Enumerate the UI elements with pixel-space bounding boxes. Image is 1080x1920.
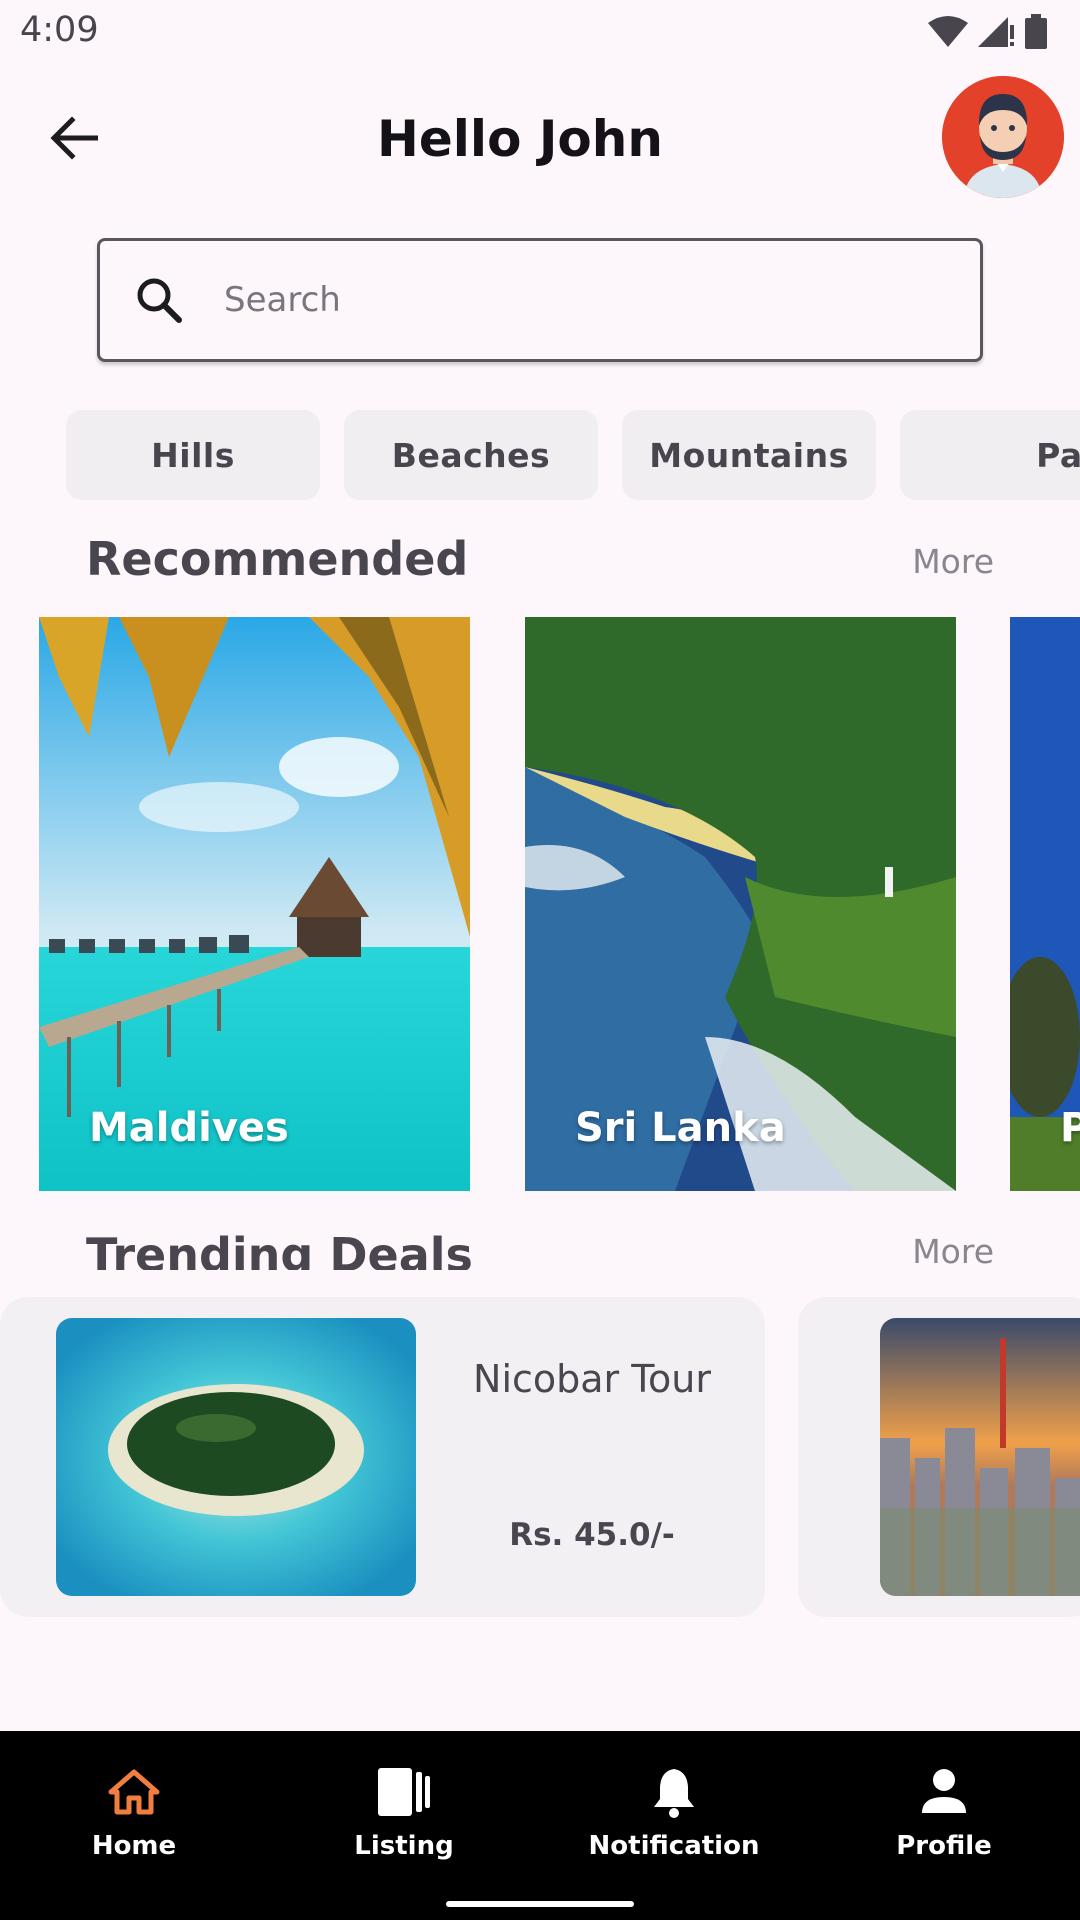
recommended-card-label: Sri Lanka — [575, 1105, 786, 1151]
category-chip-parks[interactable]: Parks — [900, 410, 1080, 500]
signal-icon — [978, 17, 1014, 47]
recommended-list: Maldives Sri Lanka P — [0, 617, 1080, 1191]
recommended-card-maldives[interactable]: Maldives — [39, 617, 470, 1191]
nav-label: Home — [91, 1831, 177, 1861]
deal-card-nicobar[interactable]: Nicobar Tour Rs. 45.0/- — [0, 1297, 765, 1617]
recommended-card-sri-lanka[interactable]: Sri Lanka — [525, 617, 956, 1191]
deal-image — [880, 1318, 1080, 1596]
trending-deals-list: Nicobar Tour Rs. 45.0/- — [0, 1297, 1080, 1617]
home-icon — [108, 1769, 160, 1815]
avatar[interactable] — [942, 76, 1064, 198]
category-chip-hills[interactable]: Hills — [66, 410, 320, 500]
deal-price: Rs. 45.0/- — [509, 1517, 675, 1553]
home-indicator[interactable] — [446, 1901, 634, 1907]
city-image — [880, 1318, 1080, 1596]
status-time: 4:09 — [20, 10, 99, 50]
trending-title: Trending Deals — [86, 1228, 473, 1270]
deal-name: Nicobar Tour — [473, 1357, 711, 1401]
search-field[interactable] — [97, 238, 983, 362]
deal-card-partial[interactable] — [798, 1297, 1080, 1617]
page-title: Hello John — [377, 110, 663, 168]
recommended-card-partial[interactable]: P — [1010, 617, 1080, 1191]
user-avatar-icon — [942, 76, 1064, 198]
nav-item-home[interactable]: Home — [24, 1761, 244, 1881]
category-chip-mountains[interactable]: Mountains — [622, 410, 876, 500]
person-icon — [922, 1769, 966, 1813]
trending-more-link[interactable]: More — [912, 1232, 994, 1271]
nav-item-notification[interactable]: Notification — [564, 1761, 784, 1881]
nav-item-profile[interactable]: Profile — [834, 1761, 1054, 1881]
status-icons — [928, 14, 1048, 50]
search-input[interactable] — [224, 261, 944, 339]
category-chips: Hills Beaches Mountains Parks — [66, 410, 1080, 502]
bell-icon — [654, 1769, 694, 1818]
recommended-more-link[interactable]: More — [912, 542, 994, 581]
listing-icon — [378, 1768, 430, 1816]
status-bar: 4:09 — [0, 0, 1080, 62]
search-icon — [137, 278, 182, 323]
wifi-icon — [928, 16, 968, 47]
deal-image — [56, 1318, 416, 1596]
battery-icon — [1025, 14, 1047, 49]
recommended-card-label: P — [1060, 1105, 1080, 1151]
nav-label: Listing — [354, 1831, 454, 1861]
nav-label: Profile — [896, 1831, 992, 1861]
nav-label: Notification — [588, 1831, 760, 1861]
bottom-navigation: Home Listing Notification Profile — [0, 1731, 1080, 1920]
nav-item-listing[interactable]: Listing — [294, 1761, 514, 1881]
category-chip-beaches[interactable]: Beaches — [344, 410, 598, 500]
recommended-card-label: Maldives — [89, 1105, 289, 1151]
recommended-title: Recommended — [86, 532, 469, 586]
island-image — [56, 1318, 416, 1596]
